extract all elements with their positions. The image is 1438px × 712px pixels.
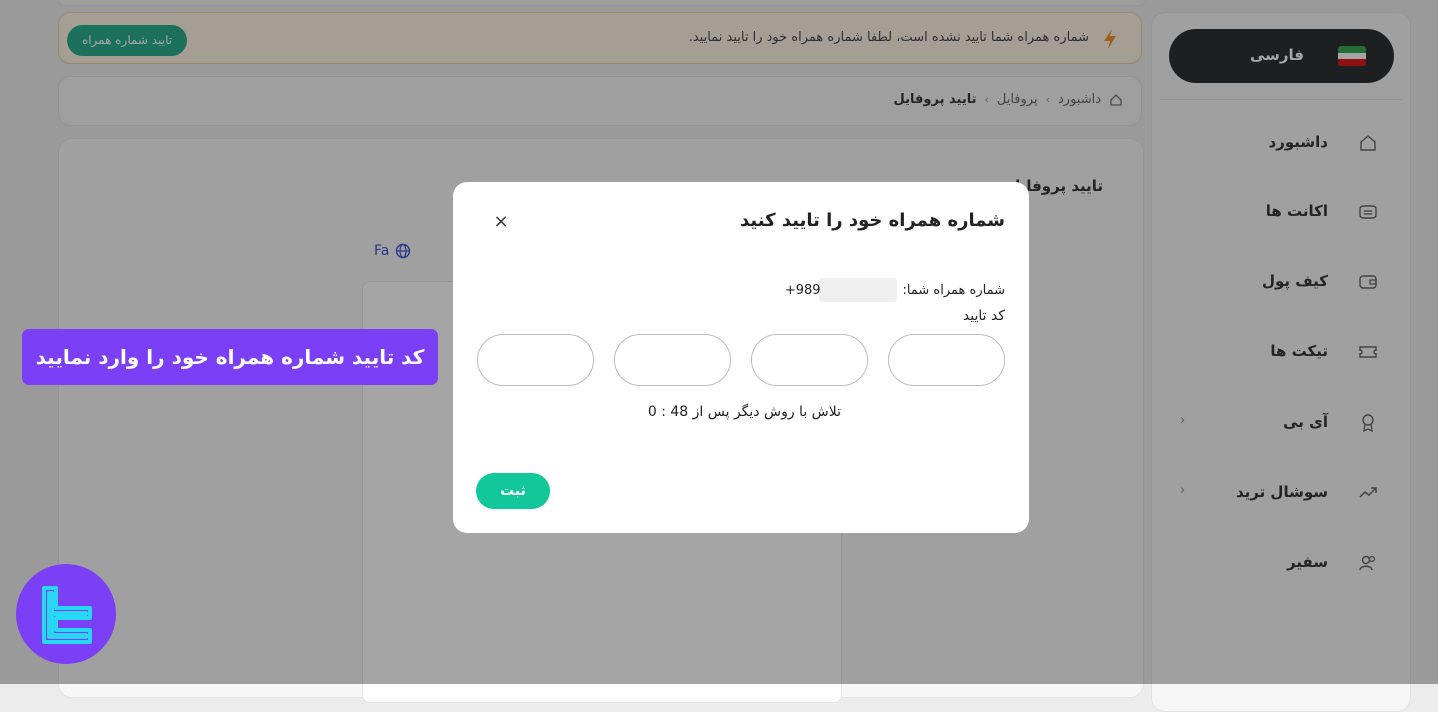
close-icon[interactable]: × — [491, 212, 511, 232]
brand-logo-icon — [42, 586, 92, 644]
phone-label: شماره همراه شما: — [902, 282, 1005, 298]
submit-button[interactable]: ثبت — [476, 473, 550, 509]
phone-number-masked — [818, 278, 897, 302]
instruction-callout: کد تایید شماره همراه خود را وارد نمایید — [22, 329, 438, 385]
phone-number-row: شماره همراه شما: +989 — [785, 278, 1005, 302]
phone-prefix: +989 — [784, 282, 821, 298]
otp-input-3[interactable] — [614, 334, 731, 386]
brand-logo — [16, 564, 116, 664]
modal-title: شماره همراه خود را تایید کنید — [740, 210, 1005, 231]
otp-input-4[interactable] — [477, 334, 594, 386]
otp-input-1[interactable] — [888, 334, 1005, 386]
otp-input-2[interactable] — [751, 334, 868, 386]
phone-verification-modal: شماره همراه خود را تایید کنید × شماره هم… — [453, 182, 1029, 533]
retry-countdown: تلاش با روش دیگر پس از 48 : 0 — [647, 404, 841, 420]
code-label: کد تایید — [962, 308, 1005, 324]
